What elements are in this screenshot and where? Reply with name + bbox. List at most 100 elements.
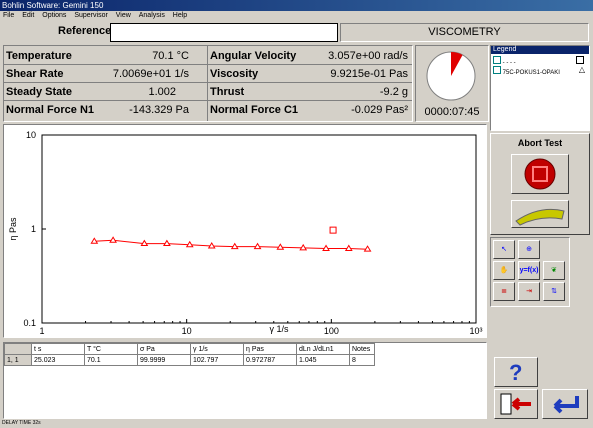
legend-marker-icon: [493, 56, 501, 64]
data-point: [329, 226, 337, 234]
hand-tool-icon[interactable]: ✋: [493, 261, 515, 280]
column-header: Notes: [349, 343, 375, 355]
reference-label: Reference: [58, 25, 112, 37]
viscosity-value: 9.9215e-01 Pas: [330, 68, 408, 80]
thrust-label: Thrust: [210, 86, 245, 98]
temperature-label: Temperature: [6, 50, 72, 62]
stop-icon: [524, 158, 556, 190]
x-tick-label: 100: [324, 326, 339, 336]
window-title: Bohlin Software: Gemini 150: [2, 1, 104, 10]
status-bar: DELAY TIME 32s: [2, 420, 41, 426]
data-point: [163, 239, 171, 247]
legend-marker-icon: [493, 66, 501, 74]
table-cell: 25.023: [31, 354, 85, 366]
data-table-panel: t s T °C σ Pa γ 1/s η Pas dLn J/dLn1 Not…: [3, 342, 487, 419]
legend-entry-1[interactable]: - - - -: [493, 56, 587, 66]
menu-options[interactable]: Options: [42, 12, 66, 19]
table-cell: 99.9999: [137, 354, 191, 366]
menu-view[interactable]: View: [116, 12, 131, 19]
menu-supervisor[interactable]: Supervisor: [74, 12, 107, 19]
menu-file[interactable]: File: [3, 12, 14, 19]
legend-entry-2[interactable]: 75C-POKUS1-OPAKI △: [493, 65, 587, 76]
menu-bar: File Edit Options Supervisor View Analys…: [0, 11, 593, 21]
shear-rate-label: Shear Rate: [6, 68, 64, 80]
chart-panel: 1 10 100 10³ 10 1 0.1 γ 1/s η Pas: [3, 124, 487, 338]
legend-title: Legend: [491, 46, 589, 54]
x-tick-label: 10³: [469, 326, 482, 336]
svg-text:?: ?: [509, 360, 522, 385]
readouts-panel: Temperature 70.1 °C Angular Velocity 3.0…: [3, 45, 413, 122]
y-tick-label: 0.1: [23, 318, 36, 328]
steady-state-label: Steady State: [6, 86, 73, 98]
sample-geometry-icon: [515, 208, 565, 226]
axis-tool-icon[interactable]: ⇅: [543, 282, 565, 301]
range-tool-icon[interactable]: ⇥: [518, 282, 540, 301]
x-tick-label: 10: [182, 326, 192, 336]
abort-button[interactable]: [511, 154, 569, 194]
viscosity-chart: 1 10 100 10³1010.1γ 1/sη Pas: [8, 130, 483, 336]
table-cell: 8: [349, 354, 375, 366]
normal-force-c1-label: Normal Force C1: [210, 104, 299, 116]
column-header: t s: [31, 343, 85, 355]
column-header: η Pas: [243, 343, 297, 355]
crosshair-tool-icon[interactable]: ⊕: [518, 240, 540, 259]
title-bar: Bohlin Software: Gemini 150: [0, 0, 593, 11]
normal-force-n1-label: Normal Force N1: [6, 104, 95, 116]
return-arrow-icon: [553, 396, 579, 414]
data-point: [253, 242, 262, 250]
exit-button[interactable]: [494, 389, 538, 419]
mode-label: VISCOMETRY: [340, 23, 589, 42]
reference-input[interactable]: [110, 23, 338, 42]
menu-edit[interactable]: Edit: [22, 12, 34, 19]
fit-tool-icon[interactable]: ≣: [493, 282, 515, 301]
timer-panel: 0000:07:45: [415, 45, 489, 122]
exit-door-icon: [500, 393, 531, 415]
timer-value: 0000:07:45: [424, 106, 480, 118]
y-tick-label: 10: [26, 130, 36, 140]
row-header: 1, 1: [4, 354, 32, 366]
x-axis-label: γ 1/s: [269, 324, 289, 334]
leaf-tool-icon[interactable]: ❦: [543, 261, 565, 280]
timer-pie: [426, 51, 476, 101]
column-header: σ Pa: [137, 343, 191, 355]
legend-panel: Legend - - - - 75C-POKUS1-OPAKI △: [490, 45, 590, 131]
normal-force-n1-value: -143.329 Pa: [129, 104, 189, 116]
table-cell: 0.972787: [243, 354, 297, 366]
abort-panel: Abort Test: [490, 133, 590, 235]
table-cell: 1.045: [296, 354, 350, 366]
thrust-value: -9.2 g: [379, 86, 408, 98]
square-marker-icon: [576, 56, 584, 64]
temperature-value: 70.1 °C: [152, 50, 189, 62]
data-table: t s T °C σ Pa γ 1/s η Pas dLn J/dLn1 Not…: [4, 343, 375, 366]
menu-help[interactable]: Help: [173, 12, 187, 19]
help-button[interactable]: ?: [494, 357, 538, 387]
pointer-tool-icon[interactable]: ↖: [493, 240, 515, 259]
angular-velocity-value: 3.057e+00 rad/s: [328, 50, 408, 62]
column-header: γ 1/s: [190, 343, 244, 355]
help-icon: ?: [509, 360, 522, 385]
angular-velocity-label: Angular Velocity: [210, 50, 297, 62]
data-point: [109, 236, 117, 243]
table-cell: 70.1: [84, 354, 138, 366]
yfx-tool-button[interactable]: y=f(x): [518, 261, 540, 280]
menu-analysis[interactable]: Analysis: [139, 12, 165, 19]
column-header: T °C: [84, 343, 138, 355]
x-tick-label: 1: [39, 326, 44, 336]
table-header-row: t s T °C σ Pa γ 1/s η Pas dLn J/dLn1 Not…: [4, 343, 375, 355]
return-button[interactable]: [542, 389, 588, 419]
viscosity-label: Viscosity: [210, 68, 259, 80]
tool-palette: ↖ ⊕ ✋ y=f(x) ❦ ≣ ⇥ ⇅: [490, 237, 570, 307]
column-header: dLn J/dLn1: [296, 343, 350, 355]
abort-label: Abort Test: [517, 138, 563, 148]
triangle-marker-icon: △: [578, 65, 585, 74]
y-axis-label: η Pas: [8, 217, 18, 241]
shear-rate-value: 7.0069e+01 1/s: [112, 68, 189, 80]
y-tick-label: 1: [31, 224, 36, 234]
steady-state-value: 1.002: [148, 86, 176, 98]
plot-frame: [41, 134, 477, 324]
table-row[interactable]: 1, 1 25.023 70.1 99.9999 102.797 0.97278…: [4, 354, 375, 366]
normal-force-c1-value: -0.029 Pas²: [351, 104, 408, 116]
sample-loading-button[interactable]: [511, 200, 569, 228]
table-cell: 102.797: [190, 354, 244, 366]
legend-entry-2-label: 75C-POKUS1-OPAKI: [502, 70, 560, 76]
